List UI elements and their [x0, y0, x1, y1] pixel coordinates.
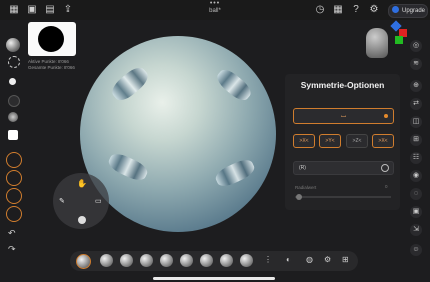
axis-button-local[interactable]: >X< [372, 134, 394, 148]
slider-label: Radialwert [295, 185, 317, 190]
active-indicator [384, 114, 388, 118]
brush-bar [70, 251, 358, 271]
symmetry-main-toggle[interactable]: ⌴ [293, 108, 394, 124]
material-icon[interactable]: ◉ [410, 170, 422, 182]
falloff-icon[interactable] [8, 112, 18, 122]
redo-icon[interactable]: ↷ [8, 244, 16, 255]
symmetry-icon: ⌴ [340, 112, 347, 119]
smooth-icon[interactable] [6, 170, 22, 186]
brush-stroke [106, 150, 150, 184]
radial-toggle-icon[interactable] [381, 164, 389, 172]
layers-icon[interactable]: ◎ [410, 40, 422, 52]
brush-settings-icon[interactable]: ⚙ [324, 255, 331, 264]
mirror-icon[interactable]: ⇄ [410, 98, 422, 110]
history-icon[interactable]: ◷ [314, 4, 326, 16]
stack-icon[interactable]: ≋ [410, 58, 422, 70]
brush-pinch-icon[interactable] [160, 254, 173, 267]
slider-value: 0 [385, 184, 388, 189]
upgrade-label: Upgrade [402, 8, 426, 14]
share-icon[interactable]: ⇪ [62, 4, 74, 16]
render-icon[interactable]: ▣ [410, 206, 422, 218]
brush-stroke [213, 156, 257, 190]
hand-icon[interactable]: ✋ [77, 179, 87, 188]
brush-alpha-dot [38, 26, 64, 52]
total-points-label: Gesamte Punkte: 8'066 [28, 65, 75, 70]
save-icon[interactable]: ▣ [26, 4, 38, 16]
undo-icon[interactable]: ↶ [8, 228, 16, 239]
brush-inflate-icon[interactable] [140, 254, 153, 267]
gallery-icon[interactable]: ▦ [8, 4, 20, 16]
radial-slider-knob[interactable] [296, 194, 302, 200]
active-points-label: Aktive Punkte: 8'066 [28, 59, 69, 64]
radial-label: (R) [299, 165, 306, 171]
upgrade-badge-icon [392, 6, 399, 13]
export-icon[interactable]: ⇲ [410, 224, 422, 236]
add-brush-icon[interactable]: ⊞ [342, 255, 349, 264]
more-brushes-icon[interactable]: ⋮ [264, 255, 272, 264]
brush-trim-icon[interactable] [240, 254, 253, 267]
radial-symmetry-field[interactable]: (R) [293, 161, 394, 175]
radial-slider-track[interactable] [295, 196, 391, 198]
color-swatch-icon[interactable] [8, 130, 18, 140]
axis-button-x[interactable]: >X< [293, 134, 315, 148]
axis-y-icon[interactable] [395, 36, 403, 44]
sculpt-sphere[interactable] [80, 36, 276, 232]
info-icon[interactable] [78, 216, 86, 224]
help-icon[interactable]: ? [350, 4, 362, 16]
symmetry-panel: Symmetrie-Optionen ⌴ >X< >Y< >Z< >X< (R)… [285, 74, 400, 210]
document-title: ball* [209, 8, 221, 14]
brush-stroke [108, 63, 152, 105]
brush-flatten-icon[interactable] [200, 254, 213, 267]
panel-title: Symmetrie-Optionen [300, 80, 385, 90]
stroke-mode-icon[interactable] [6, 152, 22, 168]
brush-preview [28, 22, 76, 56]
brush-icon[interactable]: ✎ [59, 197, 65, 205]
brush-intensity-icon[interactable] [8, 95, 20, 107]
top-bar: ▦ ▣ ▤ ⇪ ••• ball* ◷ ▦ ? ⚙ Upgrade [0, 0, 430, 20]
paint-icon[interactable]: ☷ [410, 152, 422, 164]
scene-icon[interactable]: ⊕ [410, 80, 422, 92]
brush-move-icon[interactable] [120, 254, 133, 267]
lighting-icon[interactable]: ◌ [410, 188, 422, 200]
lasso-icon[interactable] [8, 56, 20, 68]
settings-icon[interactable]: ⚙ [368, 4, 380, 16]
brush-size-icon[interactable] [9, 78, 16, 85]
head-gizmo[interactable] [366, 28, 388, 58]
quick-access-wheel[interactable]: ✋ ✎ ▭ [53, 173, 109, 229]
brush-crease-icon[interactable] [180, 254, 193, 267]
symmetry-toggle-icon[interactable] [6, 206, 22, 222]
grid-icon[interactable]: ▦ [332, 4, 344, 16]
axis-button-y[interactable]: >Y< [319, 134, 341, 148]
dynamesh-icon[interactable]: ◫ [410, 116, 422, 128]
home-indicator [153, 277, 275, 280]
brush-stroke [213, 65, 255, 105]
mask-brush-icon[interactable]: ◐ [286, 255, 291, 264]
brush-standard-icon[interactable] [100, 254, 113, 267]
brush-select-icon[interactable] [6, 38, 20, 52]
globe-icon[interactable]: ◍ [306, 255, 313, 264]
mask-icon[interactable] [6, 188, 22, 204]
brush-smooth-icon[interactable] [220, 254, 233, 267]
document-icon[interactable]: ▤ [44, 4, 56, 16]
brush-clay-icon[interactable] [76, 254, 91, 269]
mesh-icon[interactable]: ⊞ [410, 134, 422, 146]
bust-icon[interactable]: ☺ [410, 244, 422, 256]
title-menu-dots[interactable]: ••• [205, 0, 225, 7]
upgrade-button[interactable]: Upgrade [388, 4, 428, 18]
camera-icon[interactable]: ▭ [95, 197, 102, 205]
axis-button-z[interactable]: >Z< [346, 134, 368, 148]
